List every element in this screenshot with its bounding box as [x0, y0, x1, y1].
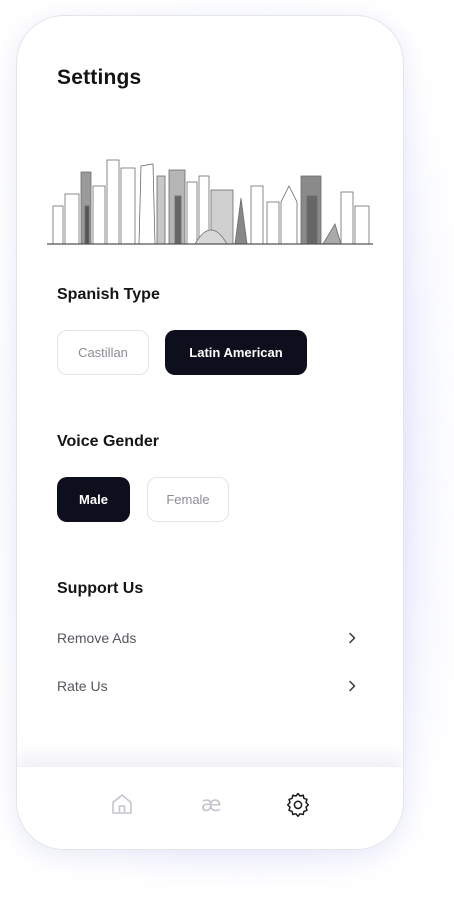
home-icon[interactable] — [109, 791, 135, 817]
remove-ads-label: Remove Ads — [57, 630, 137, 646]
female-option-button[interactable]: Female — [147, 477, 229, 522]
support-us-title: Support Us — [57, 580, 144, 597]
phone-frame: Settings Spanish Type Castillan Latin Am… — [16, 15, 404, 850]
voice-gender-title: Voice Gender — [57, 433, 159, 450]
chevron-right-icon — [349, 680, 356, 692]
castillan-option-button[interactable]: Castillan — [57, 330, 149, 375]
gear-icon[interactable] — [285, 791, 311, 817]
svg-text:æ: æ — [201, 792, 222, 816]
rate-us-row[interactable]: Rate Us — [57, 674, 359, 698]
ae-ligature-icon[interactable]: æ — [195, 791, 227, 817]
male-option-button[interactable]: Male — [57, 477, 130, 522]
latin-american-option-button[interactable]: Latin American — [165, 330, 307, 375]
page-title: Settings — [57, 66, 142, 89]
rate-us-label: Rate Us — [57, 678, 108, 694]
city-skyline-illustration — [47, 159, 373, 245]
spanish-type-title: Spanish Type — [57, 286, 160, 303]
chevron-right-icon — [349, 632, 356, 644]
remove-ads-row[interactable]: Remove Ads — [57, 626, 359, 650]
bottom-navigation: æ — [17, 766, 403, 849]
